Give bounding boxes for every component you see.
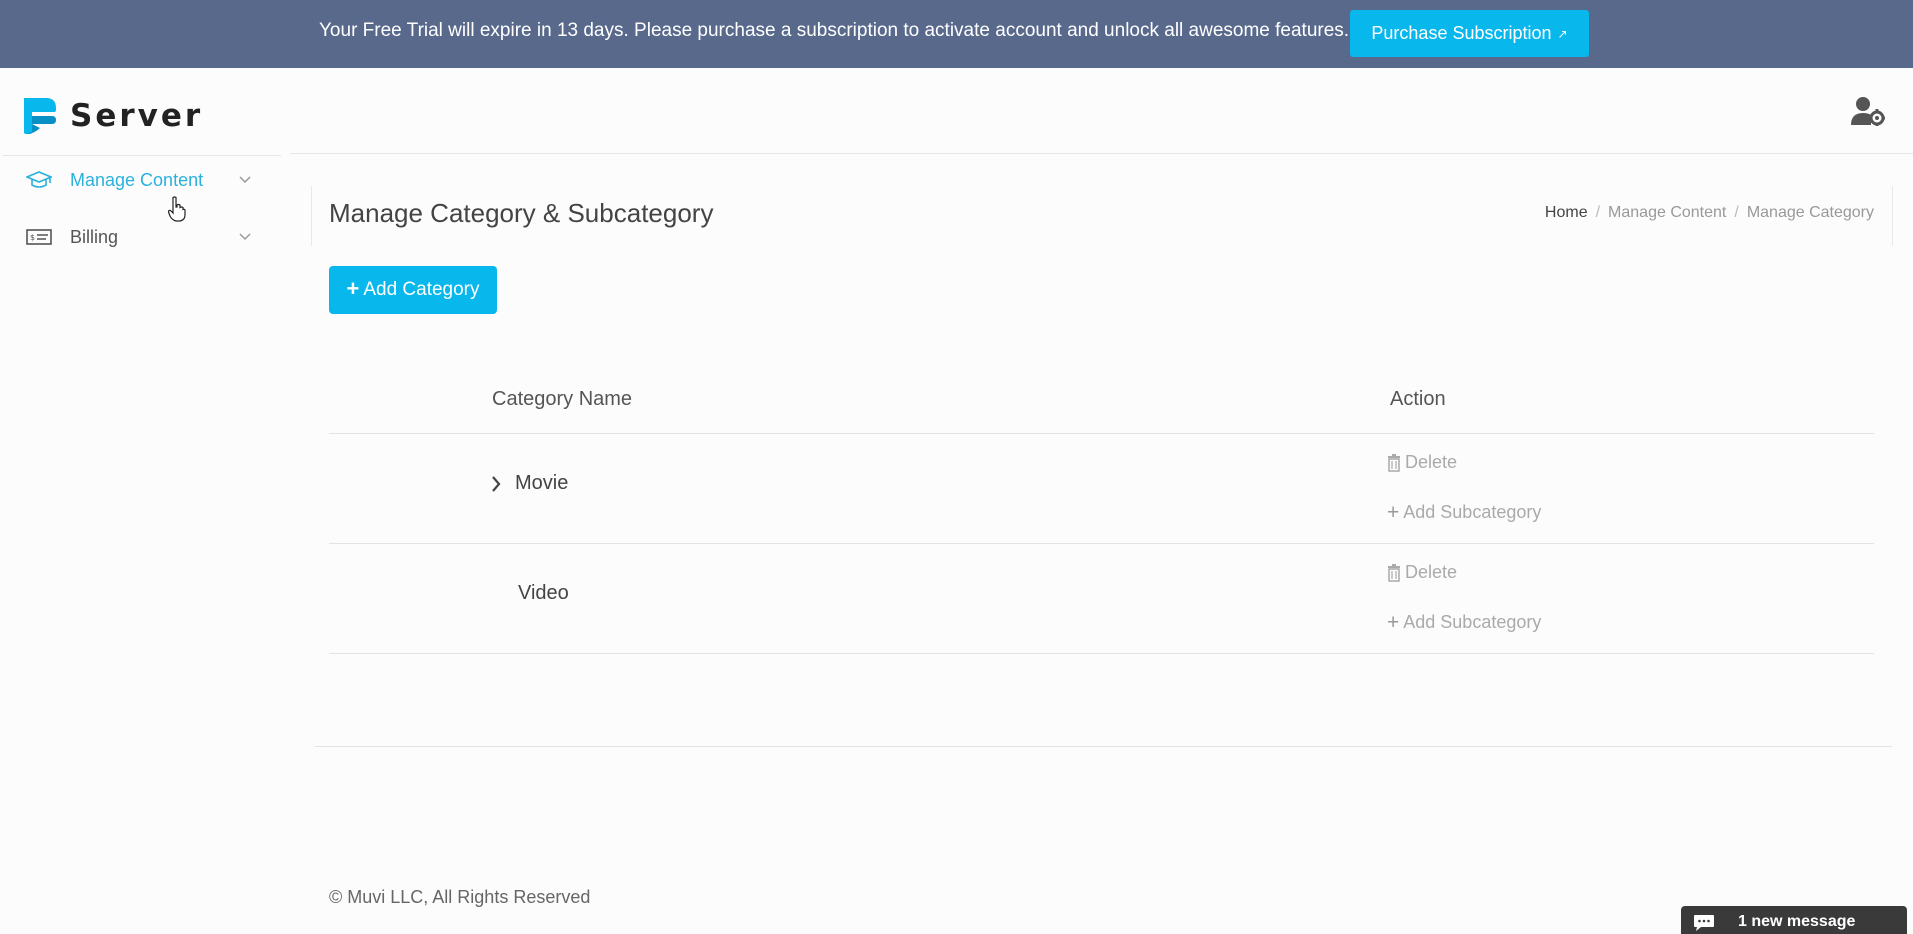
breadcrumb-separator: / xyxy=(1595,204,1601,221)
breadcrumb-separator: / xyxy=(1734,204,1739,221)
brand-logo[interactable]: Server xyxy=(22,96,203,136)
category-name: Video xyxy=(518,582,569,604)
header-divider xyxy=(290,153,1913,154)
billing-card-icon: $ xyxy=(26,229,52,245)
delete-button[interactable]: Delete xyxy=(1387,452,1457,473)
add-subcategory-label: Add Subcategory xyxy=(1403,502,1542,522)
hand-cursor-icon xyxy=(168,196,186,222)
footer-copyright: © Muvi LLC, All Rights Reserved xyxy=(329,887,591,907)
add-subcategory-label: Add Subcategory xyxy=(1403,612,1542,632)
chat-bubble-icon xyxy=(1694,915,1714,931)
title-card-border xyxy=(1892,186,1893,246)
delete-button[interactable]: Delete xyxy=(1387,562,1457,583)
table-divider xyxy=(329,543,1874,544)
purchase-subscription-label: Purchase Subscription xyxy=(1371,23,1552,43)
plus-icon: + xyxy=(1387,501,1400,524)
table-divider xyxy=(329,433,1874,434)
chevron-down-icon xyxy=(239,176,251,184)
add-subcategory-button[interactable]: + Add Subcategory xyxy=(1387,502,1541,523)
breadcrumb: Home / Manage Content / Manage Category xyxy=(1545,204,1874,222)
sidebar-item-label: Manage Content xyxy=(70,169,204,190)
add-category-label: Add Category xyxy=(363,279,480,300)
external-link-icon: ↗ xyxy=(1557,26,1568,41)
chevron-down-icon xyxy=(239,233,251,241)
breadcrumb-manage-category: Manage Category xyxy=(1746,204,1874,221)
chat-label: 1 new message xyxy=(1738,913,1856,930)
sidebar-item-label: Billing xyxy=(70,226,119,247)
add-subcategory-button[interactable]: + Add Subcategory xyxy=(1387,612,1541,633)
trash-icon xyxy=(1388,563,1400,582)
breadcrumb-manage-content[interactable]: Manage Content xyxy=(1608,204,1726,222)
graduation-cap-icon xyxy=(26,171,52,188)
brand-logo-icon xyxy=(24,98,56,134)
user-gear-icon[interactable] xyxy=(1851,96,1885,126)
svg-text:$: $ xyxy=(30,233,35,242)
content-divider xyxy=(315,746,1892,747)
purchase-subscription-button[interactable]: Purchase Subscription ↗ xyxy=(1350,10,1589,57)
page-title: Manage Category & Subcategory xyxy=(329,198,714,228)
trial-message: Your Free Trial will expire in 13 days. … xyxy=(319,20,1350,41)
plus-icon: + xyxy=(346,276,360,301)
trash-icon xyxy=(1388,453,1400,472)
category-name: Movie xyxy=(515,472,569,494)
column-header-category-name: Category Name xyxy=(492,388,633,410)
plus-icon: + xyxy=(1387,611,1400,634)
table-divider xyxy=(329,653,1874,654)
add-category-button[interactable]: + Add Category xyxy=(329,266,497,314)
delete-label: Delete xyxy=(1405,562,1458,582)
sidebar-item-billing[interactable]: $ Billing xyxy=(0,212,282,262)
chevron-right-icon[interactable] xyxy=(490,474,502,494)
trial-banner: Your Free Trial will expire in 13 days. … xyxy=(0,0,1913,68)
column-header-action: Action xyxy=(1390,388,1446,410)
chat-widget[interactable]: 1 new message xyxy=(1681,906,1907,934)
delete-label: Delete xyxy=(1405,452,1458,472)
brand-name: Server xyxy=(70,98,204,134)
breadcrumb-home[interactable]: Home xyxy=(1545,204,1588,222)
title-card-border xyxy=(311,186,312,246)
sidebar-item-manage-content[interactable]: Manage Content xyxy=(0,155,282,205)
